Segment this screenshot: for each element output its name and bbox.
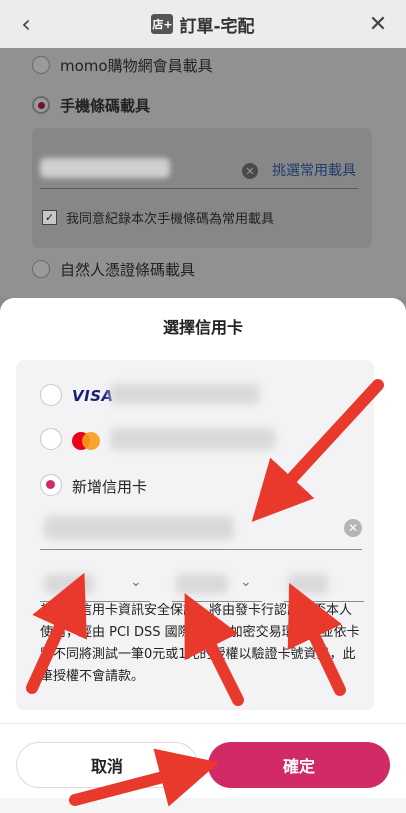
- cvv-masked: [288, 574, 328, 594]
- new-card-label: 新增信用卡: [72, 478, 148, 496]
- security-notice: 為確保信用卡資訊安全保護，將由發卡行認證是否本人使用，經由 PCI DSS 國際…: [40, 603, 360, 684]
- divider: [0, 723, 406, 724]
- card-radio-new[interactable]: [40, 474, 62, 496]
- visa-logo-icon: VISA: [72, 387, 114, 405]
- carrier-label-citizen: 自然人憑證條碼載具: [60, 261, 196, 279]
- close-icon[interactable]: ✕: [366, 10, 390, 38]
- background-page: momo購物網會員載具 手機條碼載具 ✕ 挑選常用載具 ✓ 我同意紀錄本次手機條…: [0, 48, 406, 298]
- clear-icon[interactable]: ✕: [242, 163, 258, 179]
- cancel-button[interactable]: 取消: [16, 742, 198, 788]
- clear-card-number-icon[interactable]: ✕: [344, 519, 362, 537]
- card-number-masked: [44, 516, 234, 540]
- carrier-radio-mobile[interactable]: [32, 96, 50, 114]
- chevron-down-icon: ⌄: [130, 574, 142, 590]
- back-chevron-icon[interactable]: ‹: [14, 10, 38, 38]
- carrier-label-member: momo購物網會員載具: [60, 57, 213, 75]
- card-radio-visa[interactable]: [40, 384, 62, 406]
- store-icon: 店+: [151, 14, 174, 34]
- top-nav-bar: ‹ 店+ 訂單-宅配 ✕: [0, 0, 406, 48]
- page-title: 訂單-宅配: [179, 16, 255, 37]
- mobile-barcode-input[interactable]: [40, 158, 170, 178]
- mastercard-logo-icon: [72, 432, 100, 450]
- carrier-radio-citizen[interactable]: [32, 260, 50, 278]
- expiry-month-masked: [44, 574, 94, 594]
- sheet-title: 選擇信用卡: [162, 318, 243, 337]
- confirm-button[interactable]: 確定: [208, 742, 390, 788]
- pick-common-carrier-link[interactable]: 挑選常用載具: [272, 160, 356, 180]
- input-underline: [40, 188, 358, 189]
- title-wrap: 店+ 訂單-宅配: [151, 12, 255, 37]
- chevron-down-icon: ⌄: [240, 574, 252, 590]
- remember-checkbox[interactable]: ✓: [42, 210, 57, 225]
- mastercard-card-number-masked: [110, 428, 275, 450]
- carrier-section: momo購物網會員載具 手機條碼載具 ✕ 挑選常用載具 ✓ 我同意紀錄本次手機條…: [0, 48, 406, 298]
- carrier-label-mobile: 手機條碼載具: [60, 97, 151, 115]
- remember-checkbox-label: 我同意紀錄本次手機條碼為常用載具: [66, 212, 275, 227]
- expiry-year-masked: [176, 574, 228, 594]
- visa-card-number-masked: [110, 384, 260, 404]
- credit-card-sheet: 選擇信用卡 VISA 新增信用卡 ✕ ⌄ ⌄ 為確保信用卡資訊安全保護，將由發卡…: [0, 298, 406, 813]
- card-radio-mastercard[interactable]: [40, 428, 62, 450]
- bottom-strip: [0, 798, 406, 813]
- carrier-radio-member[interactable]: [32, 56, 50, 74]
